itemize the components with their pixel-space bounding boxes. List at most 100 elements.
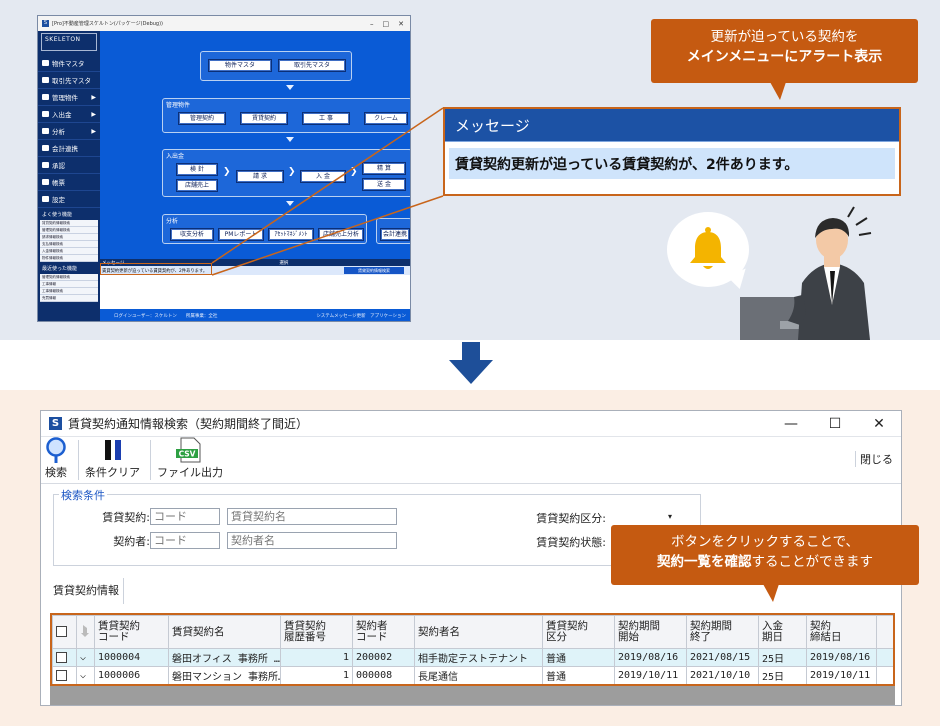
header-period-start[interactable]: 契約期間 開始: [614, 615, 687, 649]
lease-contract-button[interactable]: 賃貸契約: [240, 112, 288, 125]
header-signing-date[interactable]: 契約 締結日: [806, 615, 877, 649]
minimize-icon[interactable]: –: [370, 20, 374, 28]
table-cell: 2019/08/16: [806, 648, 877, 667]
frequent-item[interactable]: 賃貸契約情報検索: [40, 220, 98, 227]
main-menu-flow: 物件マスタ 取引先マスタ 管理物件 管理契約 賃貸契約 工 事 クレーム 入出金…: [100, 31, 410, 271]
partner-master-button[interactable]: 取引先マスタ: [278, 59, 346, 72]
contractor-name-input[interactable]: [227, 532, 397, 549]
message-zoom-header: メッセージ: [445, 109, 899, 142]
maximize-icon[interactable]: □: [383, 20, 390, 28]
main-menu-statusbar: ログインユーザー：スケルトン 所属事業：全社 システムメッセージ更新 アプリケー…: [100, 310, 410, 321]
recent-item[interactable]: 工事情報: [40, 281, 98, 288]
recent-item[interactable]: 工事情報検索: [40, 288, 98, 295]
asset-management-button[interactable]: ｱｾｯﾄﾏﾈｼﾞﾒﾝﾄ: [268, 228, 314, 241]
top-panel: S [Pro]不動産管理スケルトン(パッケージ(Debug)) – □ ✕ SK…: [0, 0, 940, 340]
table-cell: 2021/08/15: [686, 648, 759, 667]
store-sales-button[interactable]: 店舗売上: [176, 179, 218, 192]
flow-arrow-icon: [286, 85, 294, 90]
tab-lease-contract-info[interactable]: 賃貸契約情報: [53, 578, 124, 604]
select-all-checkbox[interactable]: [56, 626, 67, 638]
frequent-item[interactable]: 入金情報検索: [40, 248, 98, 255]
file-export-button[interactable]: CSV ファイル出力: [157, 437, 223, 483]
meter-reading-button[interactable]: 検 針: [176, 163, 218, 176]
flow-arrow-icon: [286, 201, 294, 206]
frequent-item[interactable]: 支払情報検索: [40, 241, 98, 248]
contract-label: 賃貸契約:: [102, 511, 150, 524]
sidebar-item-label: 設定: [52, 196, 65, 204]
contractor-code-input[interactable]: [150, 532, 220, 549]
frequent-item[interactable]: 管理契約情報検索: [40, 227, 98, 234]
sidebar-item[interactable]: 分析 ▶: [38, 123, 100, 140]
claim-button[interactable]: クレーム: [364, 112, 408, 125]
file-export-label: ファイル出力: [157, 466, 223, 479]
table-row[interactable]: ⌵ 1000006 磐田マンション 事務所… 1 000008 長尾通信 普通 2019/10…: [52, 666, 893, 684]
sidebar-item[interactable]: 入出金 ▶: [38, 106, 100, 123]
chevron-down-icon[interactable]: ⌵: [80, 652, 86, 663]
sidebar-item[interactable]: 帳票: [38, 174, 100, 191]
header-history-number[interactable]: 賃貸契約 履歴番号: [280, 615, 353, 649]
clear-conditions-button[interactable]: 条件クリア: [85, 437, 140, 483]
frequent-functions-heading: よく使う機能: [42, 212, 73, 218]
sidebar-item[interactable]: 取引先マスタ: [38, 72, 100, 89]
sidebar-item[interactable]: 管理物件 ▶: [38, 89, 100, 106]
table-cell: 25日: [758, 666, 807, 684]
table-row[interactable]: ⌵ 1000004 磐田オフィス 事務所 … 1 200002 相手勘定テストテナント 普通…: [52, 648, 893, 667]
header-contractor-code[interactable]: 契約者 コード: [352, 615, 415, 649]
table-cell-overflow: [876, 666, 893, 684]
contract-name-input[interactable]: [227, 508, 397, 525]
minimize-button[interactable]: —: [769, 416, 813, 432]
submenu-arrow-icon: ▶: [91, 110, 96, 118]
accounting-link-button[interactable]: 会計連携: [380, 228, 410, 241]
chevron-down-icon[interactable]: ⌵: [80, 670, 86, 681]
header-period-end[interactable]: 契約期間 終了: [686, 615, 759, 649]
payment-received-button[interactable]: 入 金: [300, 170, 346, 183]
construction-button[interactable]: 工 事: [302, 112, 350, 125]
search-criteria-title: 検索条件: [59, 487, 107, 503]
select-all-checkbox-header[interactable]: [52, 615, 77, 649]
search-criteria-group: 検索条件 賃貸契約: 契約者: 賃貸契約区分: ▾ 賃貸契約状態:: [53, 487, 701, 566]
billing-button[interactable]: 請 求: [236, 170, 284, 183]
remittance-button[interactable]: 送 金: [362, 178, 406, 191]
close-icon[interactable]: ✕: [398, 20, 404, 28]
frequent-item[interactable]: 請求情報検索: [40, 234, 98, 241]
frequent-item[interactable]: 物件情報検索: [40, 255, 98, 262]
message-zoom: メッセージ 賃貸契約更新が迫っている賃貸契約が、2件あります。: [443, 107, 901, 196]
main-menu-title: [Pro]不動産管理スケルトン(パッケージ(Debug)): [52, 21, 163, 27]
row-expand-cell[interactable]: ⌵: [76, 666, 95, 684]
recent-item[interactable]: 売買情報: [40, 295, 98, 302]
contract-category-select[interactable]: ▾: [612, 509, 678, 525]
sidebar-item[interactable]: 物件マスタ: [38, 55, 100, 72]
row-checkbox[interactable]: [56, 651, 67, 663]
flow-chevron-icon: ❯: [350, 167, 358, 177]
header-payment-due[interactable]: 入金 期日: [758, 615, 807, 649]
table-cell: 2019/10/11: [806, 666, 877, 684]
maximize-button[interactable]: ☐: [813, 416, 857, 432]
row-checkbox[interactable]: [56, 669, 67, 681]
pm-report-button[interactable]: PMレポート: [218, 228, 264, 241]
close-window-button[interactable]: ✕: [857, 416, 901, 432]
recent-item[interactable]: 管理契約情報検索: [40, 274, 98, 281]
contract-code-input[interactable]: [150, 508, 220, 525]
businessman-illustration: [740, 206, 872, 340]
row-checkbox-cell[interactable]: [52, 666, 77, 684]
header-contract-category[interactable]: 賃貸契約 区分: [542, 615, 615, 649]
store-sales-analysis-button[interactable]: 店舗売上分析: [318, 228, 364, 241]
sidebar-item[interactable]: 設定: [38, 191, 100, 208]
header-contract-name[interactable]: 賃貸契約名: [168, 615, 281, 649]
search-button[interactable]: 検索: [44, 437, 68, 483]
sidebar-item-label: 管理物件: [52, 94, 78, 102]
property-master-button[interactable]: 物件マスタ: [208, 59, 272, 72]
header-contractor-name[interactable]: 契約者名: [414, 615, 543, 649]
row-expand-cell[interactable]: ⌵: [76, 648, 95, 667]
sidebar-item[interactable]: 会計連携: [38, 140, 100, 157]
close-button[interactable]: 閉じる: [855, 451, 893, 467]
table-cell-overflow: [876, 648, 893, 667]
management-contract-button[interactable]: 管理契約: [178, 112, 226, 125]
flow-chevron-icon: ❯: [288, 167, 296, 177]
sidebar-item[interactable]: 承認: [38, 157, 100, 174]
profit-analysis-button[interactable]: 収支分析: [170, 228, 214, 241]
header-contract-code[interactable]: 賃貸契約 コード: [94, 615, 169, 649]
row-checkbox-cell[interactable]: [52, 648, 77, 667]
settlement-button[interactable]: 精 算: [362, 162, 406, 175]
lease-contract-search-button[interactable]: 賃貸契約情報検索: [344, 267, 404, 274]
